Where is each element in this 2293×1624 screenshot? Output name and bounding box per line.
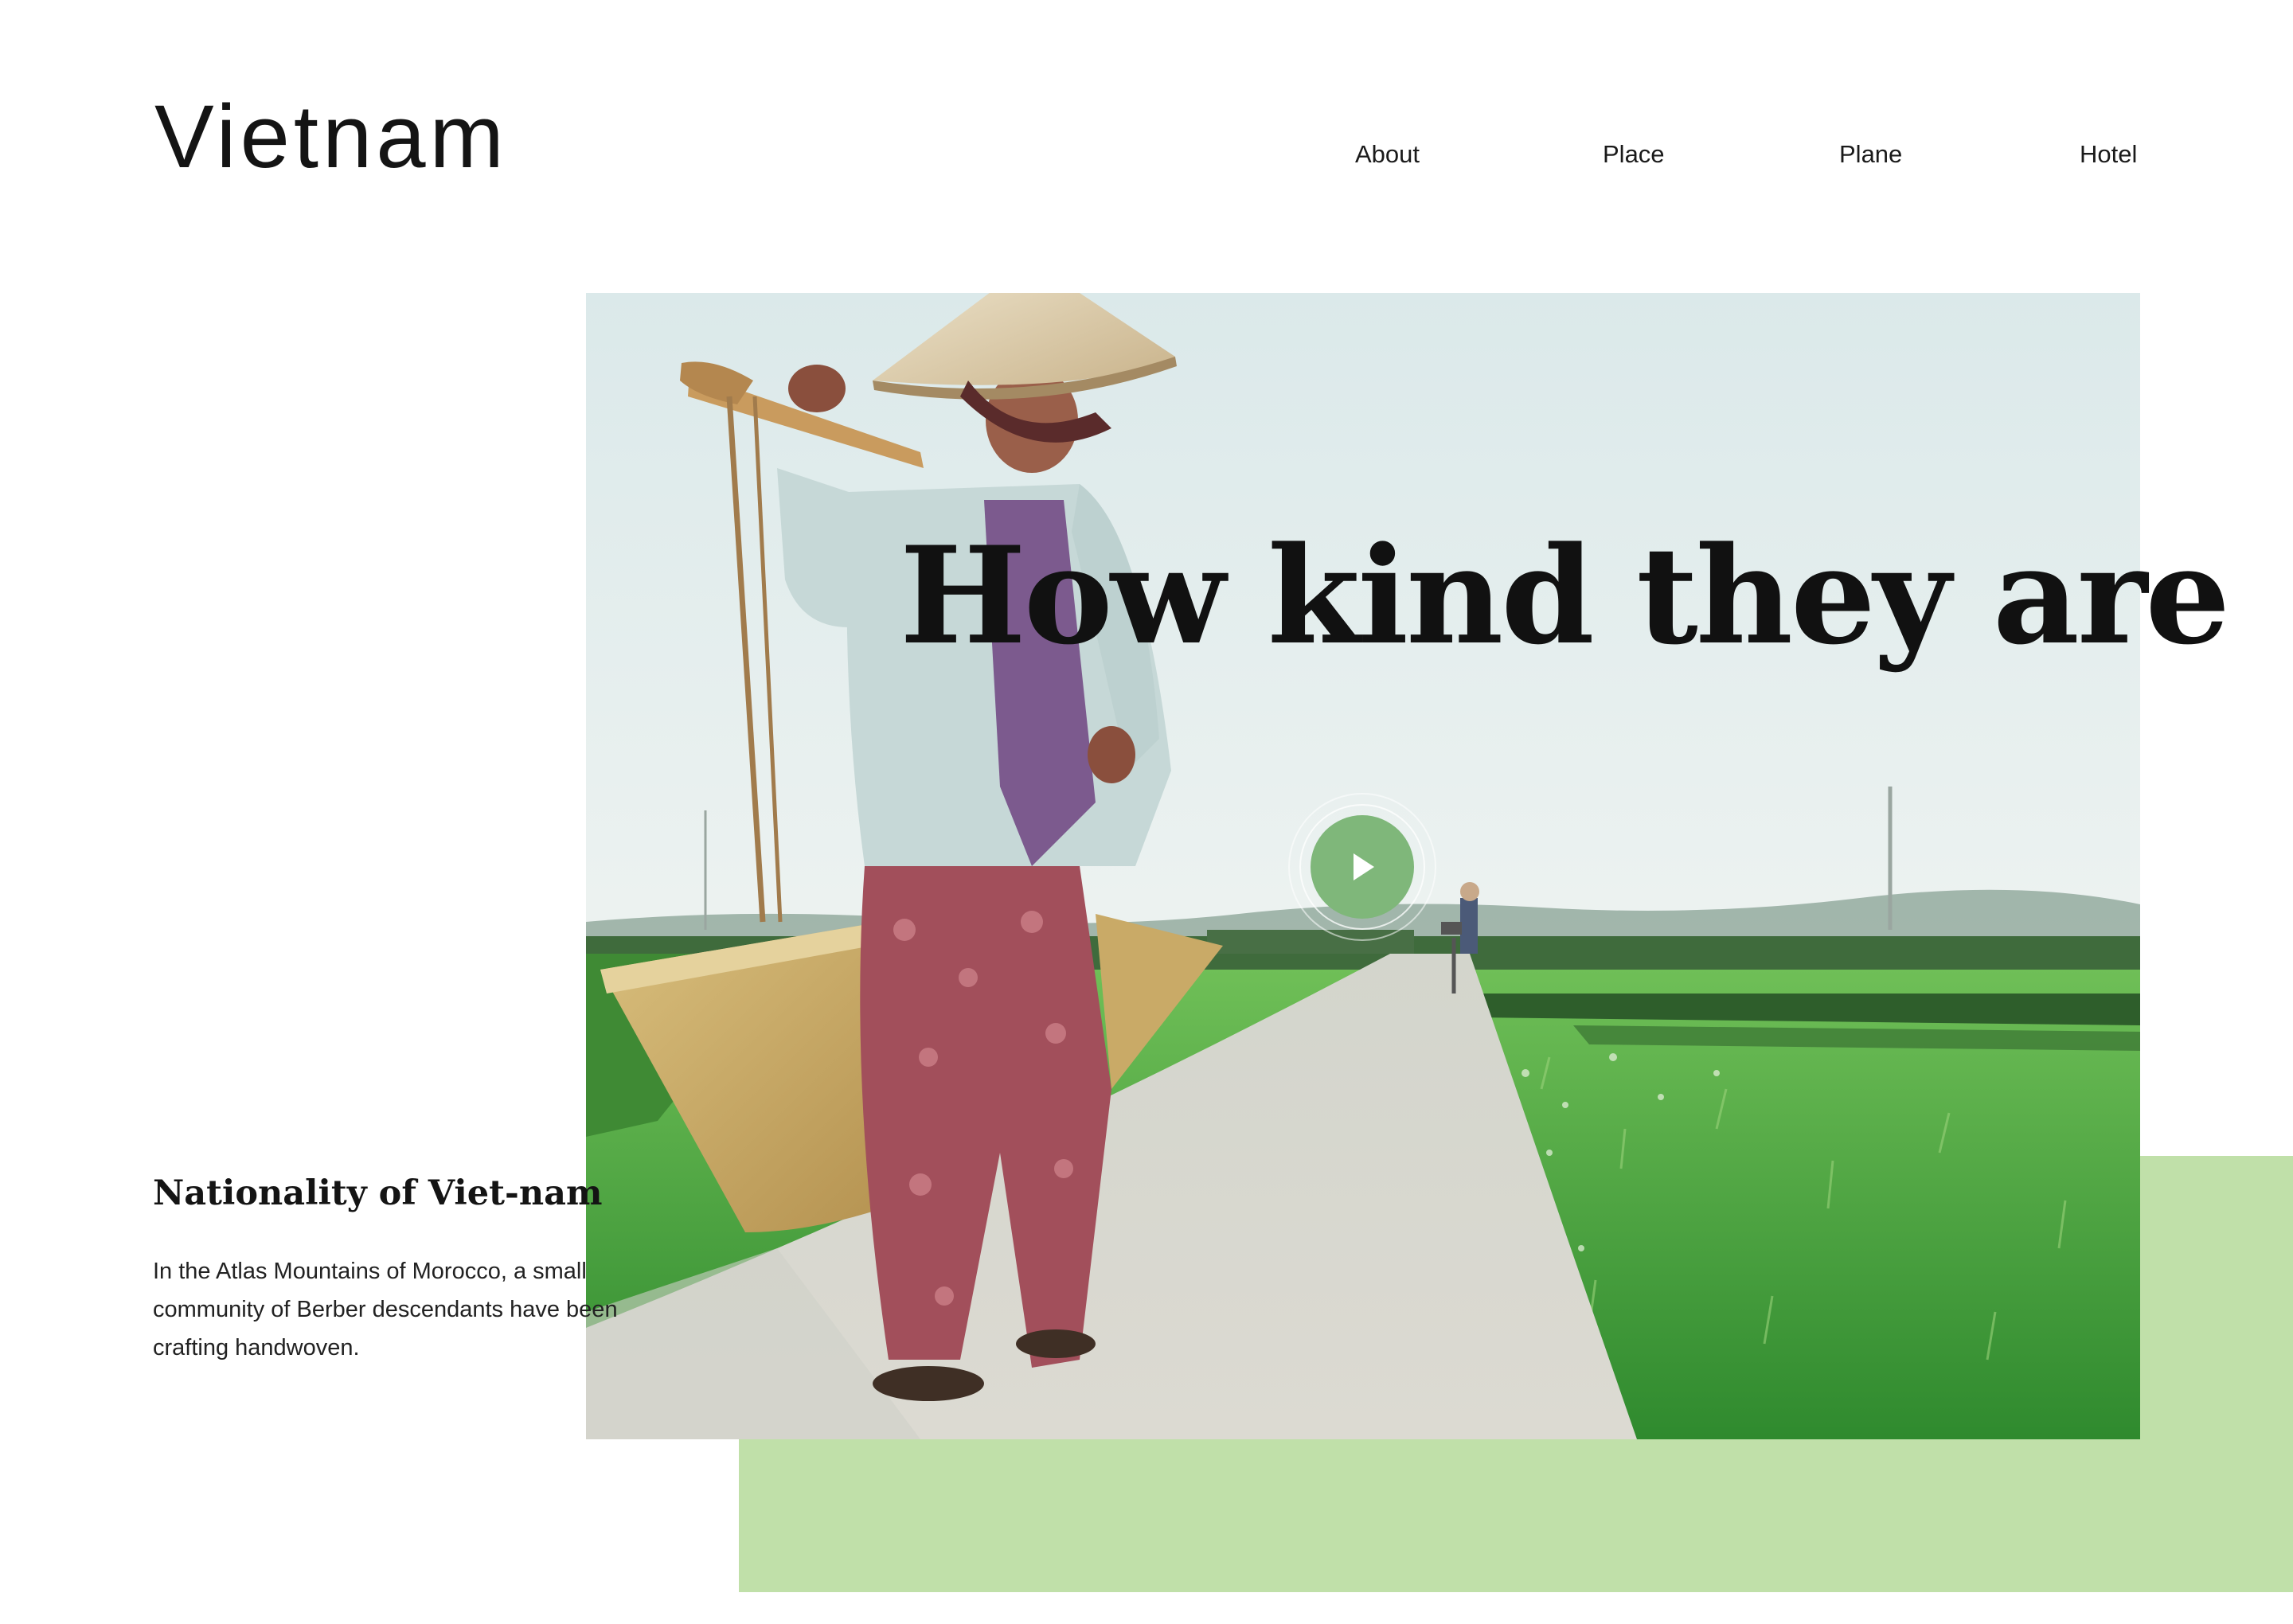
nav-item-about[interactable]: About (1355, 139, 1420, 169)
nav-item-plane[interactable]: Plane (1839, 139, 1902, 169)
main-nav: About Place Plane Hotel (0, 139, 2293, 174)
page: Vietnam About Place Plane Hotel How kind… (0, 0, 2293, 1624)
nav-item-place[interactable]: Place (1603, 139, 1665, 169)
section-body: In the Atlas Mountains of Morocco, a sma… (153, 1259, 618, 1360)
hero-title: How kind they are (900, 517, 2230, 674)
play-button[interactable] (1288, 793, 1436, 941)
play-icon (1354, 853, 1374, 880)
section-title: Nationality of Viet-nam (153, 1173, 603, 1213)
play-button-circle[interactable] (1311, 815, 1414, 919)
nav-item-hotel[interactable]: Hotel (2080, 139, 2137, 169)
